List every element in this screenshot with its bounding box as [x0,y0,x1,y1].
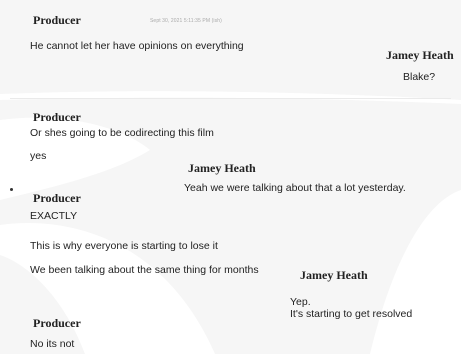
message-text: Yeah we were talking about that a lot ye… [184,182,406,194]
message-text: This is why everyone is starting to lose… [30,240,218,252]
sender-name-producer: Producer [33,191,81,205]
sender-name-producer: Producer [33,110,81,124]
message-text: It's starting to get resolved [290,308,413,320]
message-text: No its not [30,338,75,350]
sender-name-jamey-heath: Jamey Heath [300,268,368,282]
message-separator [10,98,451,99]
sender-name-jamey-heath: Jamey Heath [188,161,256,175]
message-text: He cannot let her have opinions on every… [30,40,244,52]
sender-name-jamey-heath: Jamey Heath [386,48,454,62]
sender-name-producer: Producer [33,316,81,330]
message-text: Blake? [403,71,436,83]
message-text: Or shes going to be codirecting this fil… [30,127,214,139]
message-text: yes [30,150,47,162]
bullet-marker [10,188,13,191]
sender-name-producer: Producer [33,13,81,27]
chat-transcript: Producer Sept 30, 2021 5:11:35 PM (ish) … [0,0,461,354]
message-timestamp: Sept 30, 2021 5:11:35 PM (ish) [150,18,222,24]
message-text: EXACTLY [30,210,78,222]
message-text: We been talking about the same thing for… [30,264,259,276]
